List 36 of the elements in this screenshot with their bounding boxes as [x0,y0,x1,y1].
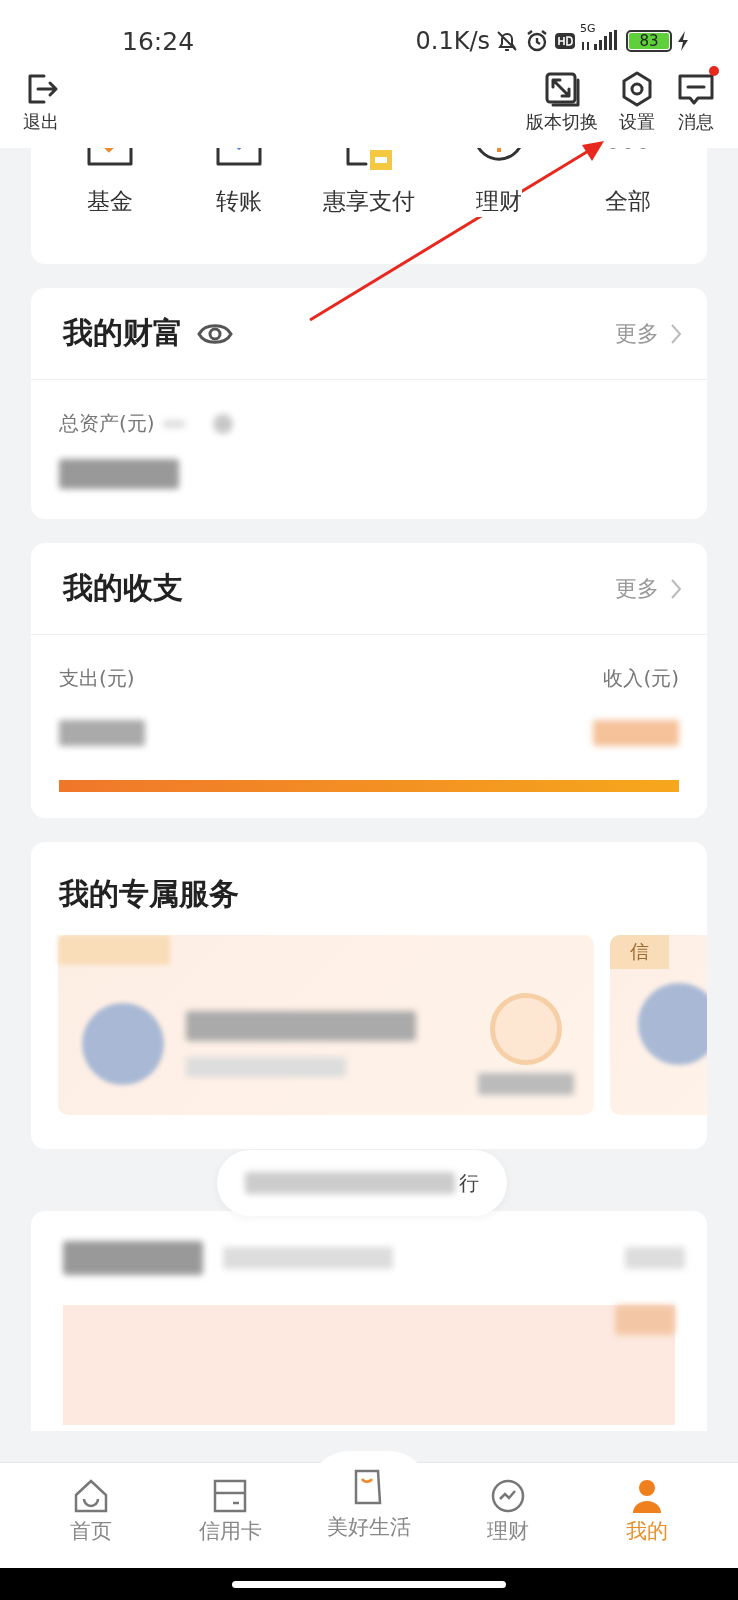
signal-icon [580,30,618,52]
switch-button[interactable]: 版本切换 [526,70,598,134]
home-indicator[interactable] [232,1580,506,1588]
income-label: 收入(元) [603,665,679,692]
shortcut-button[interactable]: 理财 [438,148,559,217]
avatar-icon [82,1003,164,1085]
resize-icon [543,70,581,108]
blurred-text [625,1247,685,1269]
shortcut-button[interactable]: 全部 [568,148,689,217]
settings-button[interactable]: 设置 [618,70,656,134]
blurred-text [162,419,185,428]
shortcut-button[interactable]: 惠享支付 [309,148,429,217]
shortcut-button[interactable]: 转账 [179,148,300,217]
message-button[interactable]: 消息 [676,70,716,134]
section-title: 我的财富 [63,314,183,352]
expense-label: 支出(元) [59,665,135,692]
network-speed: 0.1K/s [415,27,490,55]
clock-time: 16:24 [122,26,195,56]
shortcut-button[interactable]: 基金 [49,148,170,217]
battery-percent: 83 [629,33,669,49]
tab-button[interactable]: 首页 [31,1463,152,1568]
blurred-icon [212,413,233,434]
tab-button[interactable]: 理财 [447,1463,568,1568]
hd-icon [554,31,576,51]
section-title: 我的专属服务 [59,876,239,911]
exit-button[interactable]: 退出 [22,70,60,134]
charging-icon [676,30,690,52]
total-assets-label: 总资产(元) [59,410,155,437]
blurred-text [615,1305,675,1335]
tab-button[interactable]: 信用卡 [170,1463,291,1568]
service-tag: 信 [610,935,669,969]
network-type: 5G [580,22,596,35]
box-icon [214,148,265,168]
section-title: 我的收支 [63,569,183,607]
toast-message: 行 [217,1150,507,1216]
avatar-icon [638,983,707,1065]
